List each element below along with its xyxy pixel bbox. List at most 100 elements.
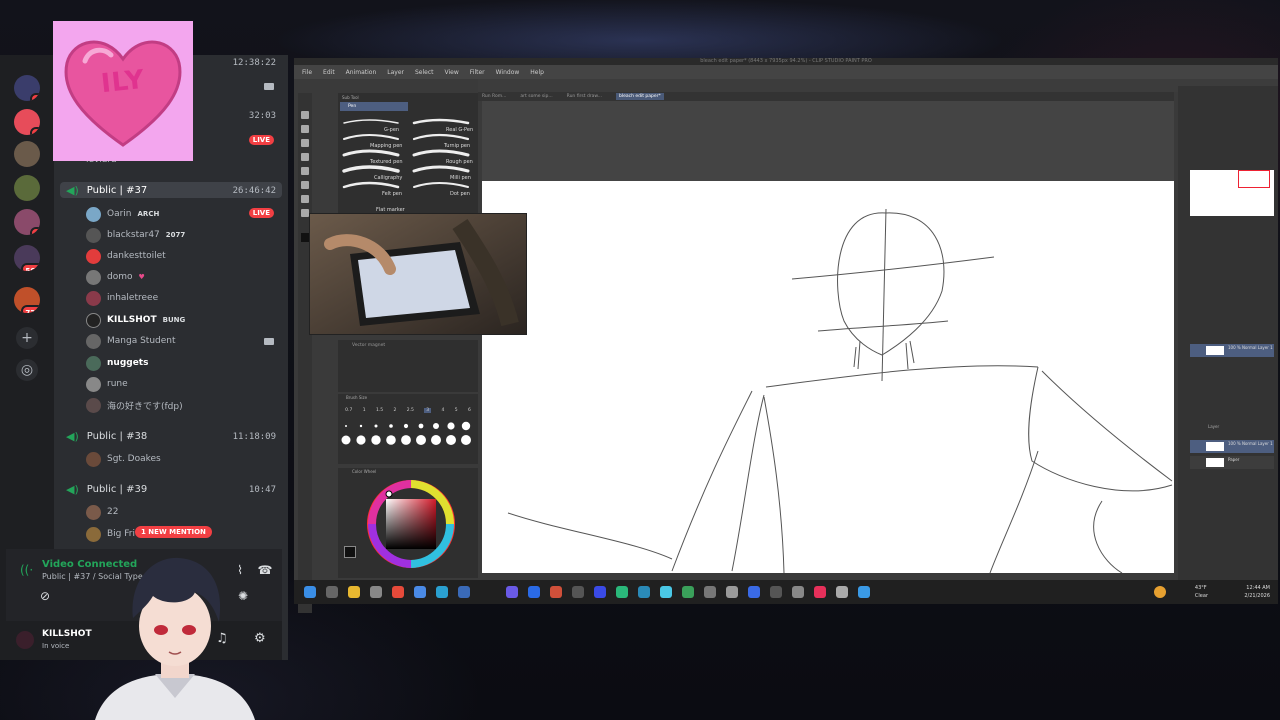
voice-user[interactable]: rune — [86, 375, 276, 393]
server-socialtype[interactable]: 3 — [14, 75, 40, 101]
main-color-swatch[interactable] — [344, 546, 356, 558]
voice-channel-public-38[interactable]: ◀) Public | #38 — [66, 428, 147, 444]
app-icon[interactable] — [616, 586, 628, 598]
voice-user[interactable]: KILLSHOT BUNG — [86, 311, 276, 329]
drawing-canvas[interactable] — [482, 181, 1174, 574]
voice-user[interactable]: 海の好きです(fdp) — [86, 396, 276, 414]
voice-user[interactable]: dankesttoilet — [86, 247, 276, 265]
server-landscape[interactable] — [14, 175, 40, 201]
app-icon[interactable] — [638, 586, 650, 598]
menu-animation[interactable]: Animation — [346, 69, 377, 76]
app-icon[interactable] — [682, 586, 694, 598]
app-icon[interactable] — [572, 586, 584, 598]
brush-felt-pen[interactable]: Felt pen — [382, 191, 402, 197]
app-icon[interactable] — [528, 586, 540, 598]
voice-user[interactable]: nuggets — [86, 354, 276, 372]
app-icon[interactable] — [458, 586, 470, 598]
voice-user[interactable]: Sgt. Doakes — [86, 450, 276, 468]
brush-size-option[interactable]: 1.5 — [376, 408, 383, 413]
file-explorer-icon[interactable] — [348, 586, 360, 598]
tab-canvas[interactable]: Run Rom... — [482, 94, 506, 99]
voice-user[interactable]: domo ♥ — [86, 268, 276, 286]
voice-user[interactable]: blackstar47 2077 — [86, 226, 276, 244]
brush-size-option[interactable]: 5 — [455, 408, 458, 413]
avatar[interactable] — [14, 629, 36, 651]
app-icon[interactable] — [748, 586, 760, 598]
layer-row[interactable]: Paper — [1190, 456, 1274, 469]
app-icon[interactable] — [836, 586, 848, 598]
menu-bar: File Edit Animation Layer Select View Fi… — [294, 65, 1278, 79]
app-icon[interactable] — [704, 586, 716, 598]
server-fire[interactable]: 736 — [14, 287, 40, 313]
brush-size-dots[interactable] — [338, 418, 478, 448]
voice-channel-public-39[interactable]: ◀) Public | #39 — [66, 481, 147, 497]
tab-canvas-active[interactable]: bleach edit paper* — [615, 93, 664, 100]
gear-icon[interactable]: ⚙ — [254, 631, 266, 646]
app-icon[interactable] — [726, 586, 738, 598]
tab-pen[interactable]: Pen — [340, 102, 408, 111]
server-red-logo[interactable]: 3 — [14, 109, 40, 135]
brush-real-g-pen[interactable]: Real G-Pen — [446, 127, 473, 133]
color-wheel[interactable] — [358, 474, 468, 574]
menu-file[interactable]: File — [302, 69, 312, 76]
browser-icon[interactable] — [414, 586, 426, 598]
brush-dot-pen[interactable]: Dot pen — [450, 191, 470, 197]
brush-calligraphy[interactable]: Calligraphy — [374, 175, 402, 181]
app-icon[interactable] — [436, 586, 448, 598]
menu-edit[interactable]: Edit — [323, 69, 335, 76]
clip-studio-icon[interactable] — [858, 586, 870, 598]
brush-size-option[interactable]: 2.5 — [407, 408, 414, 413]
browser-icon[interactable] — [392, 586, 404, 598]
server-anime[interactable]: 561 — [14, 245, 40, 271]
menu-select[interactable]: Select — [415, 69, 434, 76]
camera-off-icon[interactable]: ⊘ — [34, 589, 56, 607]
add-server-icon[interactable]: + — [16, 327, 38, 349]
navigator-viewport[interactable] — [1238, 170, 1270, 188]
discover-icon[interactable]: ◎ — [16, 359, 38, 381]
start-icon[interactable] — [304, 586, 316, 598]
discord-icon[interactable] — [506, 586, 518, 598]
brush-size-option[interactable]: 0.7 — [345, 408, 352, 413]
navigator-preview[interactable] — [1190, 170, 1274, 216]
app-icon[interactable] — [550, 586, 562, 598]
app-icon[interactable] — [370, 586, 382, 598]
app-icon[interactable] — [770, 586, 782, 598]
layer-row[interactable]: 100 % Normal Layer 1 — [1190, 440, 1274, 453]
brush-size-option-selected[interactable]: 3 — [424, 408, 432, 413]
new-mention-badge[interactable]: 1 NEW MENTION — [135, 526, 212, 538]
brush-g-pen[interactable]: G-pen — [384, 127, 399, 133]
clock[interactable]: 12:44 AM 2/21/2026 — [1244, 584, 1270, 600]
brush-milli-pen[interactable]: Milli pen — [450, 175, 471, 181]
brush-size-option[interactable]: 6 — [468, 408, 471, 413]
windows-taskbar: 43°F Clear 12:44 AM 2/21/2026 — [294, 580, 1278, 604]
voice-user[interactable]: inhaletreee — [86, 289, 276, 307]
brush-textured-pen[interactable]: Textured pen — [370, 159, 403, 165]
tab-canvas[interactable]: art some sip... — [520, 94, 552, 99]
app-icon[interactable] — [594, 586, 606, 598]
brush-turnip-pen[interactable]: Turnip pen — [444, 143, 470, 149]
brush-size-option[interactable]: 2 — [393, 408, 396, 413]
app-icon[interactable] — [660, 586, 672, 598]
menu-layer[interactable]: Layer — [387, 69, 404, 76]
app-icon[interactable] — [792, 586, 804, 598]
tab-canvas[interactable]: Run first draw... — [567, 94, 602, 99]
server-group[interactable]: 5 — [14, 209, 40, 235]
menu-view[interactable]: View — [445, 69, 459, 76]
menu-help[interactable]: Help — [530, 69, 544, 76]
layer-row[interactable]: 100 % Normal Layer 1 — [1190, 344, 1274, 357]
weather[interactable]: 43°F Clear — [1195, 584, 1208, 600]
menu-filter[interactable]: Filter — [470, 69, 485, 76]
server-face[interactable] — [14, 141, 40, 167]
voice-user[interactable]: Oarin ARCH — [86, 205, 276, 223]
voice-user[interactable]: 22 — [86, 503, 276, 521]
app-icon[interactable] — [814, 586, 826, 598]
brush-size-option[interactable]: 4 — [441, 408, 444, 413]
brush-mapping-pen[interactable]: Mapping pen — [370, 143, 402, 149]
disconnect-icon[interactable]: ☎ — [254, 563, 276, 581]
brush-size-option[interactable]: 1 — [363, 408, 366, 413]
task-view-icon[interactable] — [326, 586, 338, 598]
brush-rough-pen[interactable]: Rough pen — [446, 159, 473, 165]
menu-window[interactable]: Window — [496, 69, 520, 76]
voice-user[interactable]: Manga Student — [86, 332, 276, 350]
canvas-area[interactable] — [482, 101, 1174, 574]
